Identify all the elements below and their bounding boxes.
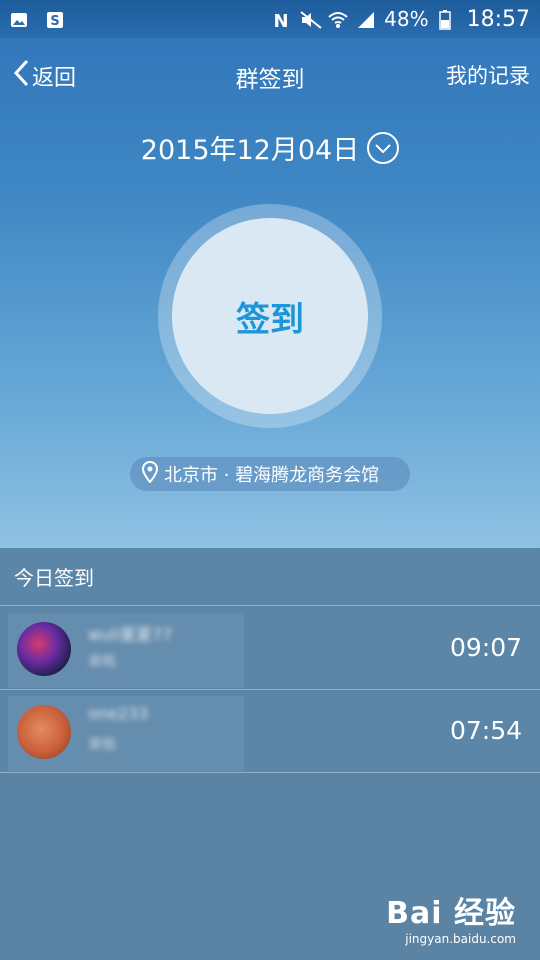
date-picker[interactable]: 2015年12月04日 <box>0 128 540 167</box>
signal-icon <box>356 10 375 28</box>
watermark-url: jingyan.baidu.com <box>405 932 516 946</box>
avatar <box>17 622 71 676</box>
battery-percent: 48% <box>384 7 429 31</box>
s-app-icon: S <box>46 10 64 29</box>
date-value: 2015年12月04日 <box>140 135 360 166</box>
checkin-list: wuli夏夏77 来啦 09:07 one233 来啦 07:54 <box>0 607 540 773</box>
avatar <box>17 705 71 759</box>
status-bar: S N 48% 18:57 <box>0 0 540 38</box>
checkin-time: 07:54 <box>449 716 522 745</box>
list-item[interactable]: wuli夏夏77 来啦 09:07 <box>0 607 540 690</box>
user-note: 来啦 <box>88 654 116 670</box>
location-badge[interactable]: 北京市 · 碧海腾龙商务会馆 <box>130 457 410 491</box>
svg-text:S: S <box>50 14 59 29</box>
baidu-jingyan-watermark: Bai 经验 jingyan.baidu.com <box>386 888 516 946</box>
svg-text:N: N <box>274 11 289 30</box>
image-icon <box>10 10 28 28</box>
checkin-time: 09:07 <box>449 633 522 662</box>
nfc-icon: N <box>272 10 290 32</box>
section-heading-today: 今日签到 <box>0 548 540 606</box>
my-records-link[interactable]: 我的记录 <box>446 60 530 90</box>
user-note: 来啦 <box>88 737 116 753</box>
list-item[interactable]: one233 来啦 07:54 <box>0 690 540 773</box>
nav-bar: 返回 群签到 我的记录 <box>0 44 540 108</box>
sign-in-button[interactable]: 签到 <box>172 218 368 414</box>
location-text: 北京市 · 碧海腾龙商务会馆 <box>164 465 380 486</box>
location-pin-icon <box>141 460 159 488</box>
user-name: wuli夏夏77 <box>88 625 173 644</box>
chevron-down-icon[interactable] <box>367 131 400 164</box>
mute-icon <box>300 10 322 29</box>
battery-icon <box>438 10 457 30</box>
user-name: one233 <box>88 704 149 723</box>
wifi-icon <box>328 10 348 28</box>
clock: 18:57 <box>466 6 530 32</box>
watermark-logo: Bai 经验 <box>386 896 516 931</box>
